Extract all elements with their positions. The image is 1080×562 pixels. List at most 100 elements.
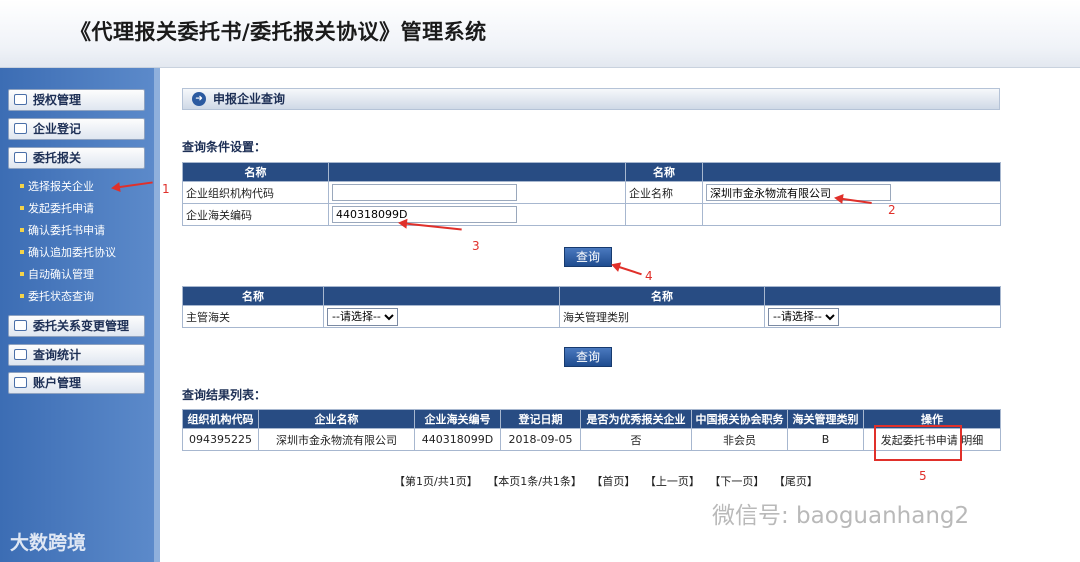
company-name-input[interactable]: [706, 184, 891, 201]
folder-icon: [14, 152, 27, 163]
field-label: 主管海关: [182, 305, 324, 328]
column-header: [702, 162, 1001, 182]
cell-date: 2018-09-05: [500, 428, 581, 451]
results-section-label: 查询结果列表：: [182, 388, 267, 402]
page-info: 【第1页/共1页】: [394, 475, 478, 488]
empty-cell: [625, 203, 703, 226]
bullet-icon: [20, 294, 24, 298]
cell-company-name: 深圳市金永物流有限公司: [258, 428, 415, 451]
bullet-icon: [20, 206, 24, 210]
menu-entrusted-declaration[interactable]: 委托报关: [8, 147, 145, 169]
folder-icon: [14, 320, 27, 331]
arrow-circle-icon: ➜: [192, 92, 206, 106]
cell-role: 非会员: [691, 428, 788, 451]
bullet-icon: [20, 228, 24, 232]
column-header: [323, 286, 560, 306]
submenu-label: 确认委托书申请: [28, 224, 105, 237]
column-header: [328, 162, 626, 182]
submenu-status-query[interactable]: 委托状态查询: [20, 290, 94, 304]
submenu-confirm-additional[interactable]: 确认追加委托协议: [20, 246, 116, 260]
column-header: 企业名称: [258, 409, 415, 429]
menu-label: 委托报关: [33, 151, 82, 165]
annotation-arrow-4: [612, 264, 642, 276]
query-section-label: 查询条件设置：: [182, 140, 267, 154]
cell-org-code: 094395225: [182, 428, 259, 451]
detail-link[interactable]: 明细: [961, 434, 983, 447]
menu-label: 企业登记: [33, 122, 82, 136]
org-code-input[interactable]: [332, 184, 517, 201]
panel-title-text: 申报企业查询: [213, 92, 286, 106]
field-cell: --请选择--: [323, 305, 560, 328]
column-header: [764, 286, 1001, 306]
count-info: 【本页1条/共1条】: [487, 475, 582, 488]
column-header: 名称: [182, 286, 324, 306]
last-page-link[interactable]: 【尾页】: [774, 475, 818, 488]
submenu-label: 选择报关企业: [28, 180, 94, 193]
query-conditions-table: 名称 名称 企业组织机构代码 企业名称 企业海关编码: [182, 162, 1001, 226]
field-label: 企业组织机构代码: [182, 181, 329, 204]
customs-code-input[interactable]: [332, 206, 517, 223]
column-header: 海关管理类别: [787, 409, 864, 429]
sidebar: 授权管理 企业登记 委托报关 选择报关企业 发起委托申请 确认委托书申请 确认追…: [0, 68, 160, 562]
bullet-icon: [20, 272, 24, 276]
menu-relationship-change[interactable]: 委托关系变更管理: [8, 315, 145, 337]
submenu-label: 自动确认管理: [28, 268, 94, 281]
first-page-link[interactable]: 【首页】: [591, 475, 635, 488]
menu-account[interactable]: 账户管理: [8, 372, 145, 394]
next-page-link[interactable]: 【下一页】: [709, 475, 764, 488]
folder-icon: [14, 123, 27, 134]
menu-label: 账户管理: [33, 376, 82, 390]
filter-query-button[interactable]: 查询: [564, 347, 612, 367]
column-header: 中国报关协会职务: [691, 409, 788, 429]
field-cell: [328, 203, 626, 226]
submenu-auto-confirm[interactable]: 自动确认管理: [20, 268, 94, 282]
column-header: 名称: [559, 286, 765, 306]
pagination: 【第1页/共1页】 【本页1条/共1条】 【首页】 【上一页】 【下一页】 【尾…: [394, 473, 824, 489]
query-button[interactable]: 查询: [564, 247, 612, 267]
annotation-label-2: 2: [888, 203, 896, 217]
bullet-icon: [20, 250, 24, 254]
submenu-label: 委托状态查询: [28, 290, 94, 303]
folder-icon: [14, 377, 27, 388]
cell-category: B: [787, 428, 864, 451]
submenu-label: 确认追加委托协议: [28, 246, 116, 259]
column-header: 企业海关编号: [414, 409, 501, 429]
menu-label: 查询统计: [33, 348, 82, 362]
annotation-label-3: 3: [472, 239, 480, 253]
column-header: 组织机构代码: [182, 409, 259, 429]
submenu-initiate-request[interactable]: 发起委托申请: [20, 202, 94, 216]
brand-logo: 大数跨境: [10, 532, 87, 554]
annotation-label-4: 4: [645, 269, 653, 283]
submenu-label: 发起委托申请: [28, 202, 94, 215]
field-label: 企业海关编码: [182, 203, 329, 226]
sidebar-edge: [154, 68, 160, 562]
app-title: 《代理报关委托书/委托报关协议》管理系统: [70, 20, 487, 44]
submenu-select-broker[interactable]: 选择报关企业: [20, 180, 94, 194]
panel-title: ➜ 申报企业查询: [182, 88, 1000, 110]
annotation-label-5: 5: [919, 469, 927, 483]
wechat-watermark: 微信号: baoguanhang2: [712, 503, 970, 529]
customs-office-select[interactable]: --请选择--: [327, 307, 398, 326]
app-header: 《代理报关委托书/委托报关协议》管理系统: [0, 0, 1080, 68]
menu-label: 授权管理: [33, 93, 82, 107]
cell-customs-no: 440318099D: [414, 428, 501, 451]
annotation-highlight-box: [874, 425, 962, 461]
customs-category-select[interactable]: --请选择--: [768, 307, 839, 326]
filter-table: 名称 名称 主管海关 --请选择-- 海关管理类别 --请选择--: [182, 286, 1001, 328]
field-label: 海关管理类别: [559, 305, 765, 328]
submenu-confirm-request[interactable]: 确认委托书申请: [20, 224, 105, 238]
folder-icon: [14, 94, 27, 105]
cell-excellent: 否: [580, 428, 692, 451]
menu-company-registration[interactable]: 企业登记: [8, 118, 145, 140]
annotation-label-1: 1: [162, 182, 170, 196]
empty-cell: [702, 203, 1001, 226]
column-header: 名称: [182, 162, 329, 182]
prev-page-link[interactable]: 【上一页】: [645, 475, 700, 488]
bullet-icon: [20, 184, 24, 188]
menu-authorization[interactable]: 授权管理: [8, 89, 145, 111]
column-header: 名称: [625, 162, 703, 182]
column-header: 是否为优秀报关企业: [580, 409, 692, 429]
menu-statistics[interactable]: 查询统计: [8, 344, 145, 366]
field-label: 企业名称: [625, 181, 703, 204]
menu-label: 委托关系变更管理: [33, 319, 130, 333]
